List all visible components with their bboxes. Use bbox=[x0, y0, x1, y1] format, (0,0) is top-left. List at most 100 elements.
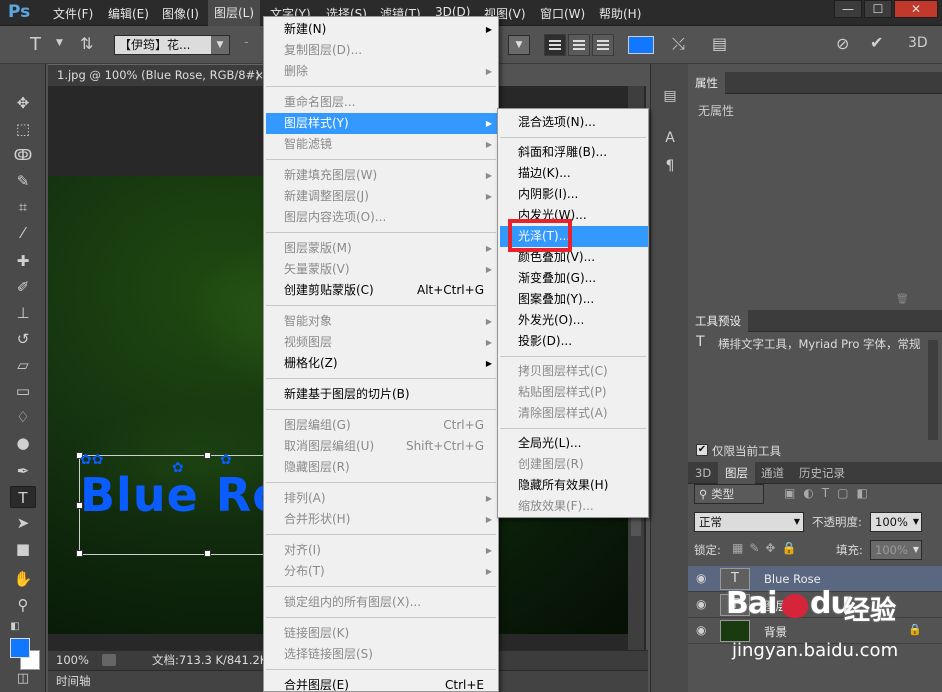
healing-brush-tool-icon[interactable]: ✚ bbox=[10, 250, 36, 272]
layer-menu-item[interactable]: 栅格化(Z) ▶ bbox=[266, 353, 498, 374]
zoom-tool-icon[interactable]: ⚲ bbox=[10, 594, 36, 616]
layer-row-blue-rose[interactable]: ◉ T Blue Rose bbox=[688, 566, 942, 592]
menu-help[interactable]: 帮助(H) bbox=[599, 5, 641, 22]
type-tool-icon[interactable]: T bbox=[10, 486, 36, 508]
path-selection-tool-icon[interactable]: ➤ bbox=[10, 512, 36, 534]
layer-menu-item[interactable]: 图层样式(Y) ▶ bbox=[266, 113, 498, 134]
layer-filter-icons[interactable]: ▣◐T▢◧ bbox=[784, 486, 876, 500]
tool-presets-header: 工具预设 bbox=[688, 310, 942, 332]
layer-style-item[interactable]: 投影(D)... bbox=[500, 331, 648, 352]
layer-style-item[interactable]: 内阴影(I)... bbox=[500, 184, 648, 205]
layer-row-background[interactable]: ◉ 背景 🔒 bbox=[688, 618, 942, 644]
trash-icon[interactable]: 🗑 bbox=[896, 294, 909, 305]
layer-row-text[interactable]: ◉ T 图层 bbox=[688, 592, 942, 618]
brush-tool-icon[interactable]: ✐ bbox=[10, 276, 36, 298]
layer-style-item[interactable]: 外发光(O)... bbox=[500, 310, 648, 331]
cancel-icon[interactable]: ⊘ bbox=[836, 34, 849, 53]
hand-tool-icon[interactable]: ✋ bbox=[10, 568, 36, 590]
canvas-text-layer[interactable]: Blue Ro bbox=[80, 468, 285, 522]
layer-menu-item[interactable]: 新建基于图层的切片(B) bbox=[266, 384, 498, 405]
layer-menu-item[interactable]: 新建(N) ▶ bbox=[266, 19, 498, 40]
opacity-field[interactable]: 100% ▼ bbox=[870, 512, 922, 532]
crop-tool-icon[interactable]: ⌗ bbox=[10, 196, 36, 218]
tab-tool-presets[interactable]: 工具预设 bbox=[688, 310, 748, 332]
document-tab[interactable]: 1.jpg @ 100% (Blue Rose, RGB/8#) * × bbox=[48, 64, 270, 86]
fill-field[interactable]: 100% ▼ bbox=[870, 540, 922, 560]
layer-filter-select[interactable]: ⚲ 类型 bbox=[694, 484, 764, 504]
menu-window[interactable]: 窗口(W) bbox=[540, 5, 585, 22]
character-panel-icon[interactable]: A bbox=[660, 130, 680, 150]
dodge-tool-icon[interactable]: ● bbox=[10, 432, 36, 454]
close-button[interactable]: ✕ bbox=[894, 0, 938, 18]
align-left-button[interactable] bbox=[544, 34, 566, 56]
clone-stamp-tool-icon[interactable]: ⊥ bbox=[10, 302, 36, 324]
layer-menu-item[interactable]: 创建剪贴蒙版(C) Alt+Ctrl+G bbox=[266, 280, 498, 301]
tab-history[interactable]: 历史记录 bbox=[792, 462, 852, 484]
minimize-button[interactable]: — bbox=[834, 0, 862, 18]
tool-preset-dropdown-icon[interactable]: ▼ bbox=[56, 38, 63, 48]
text-color-swatch[interactable] bbox=[628, 36, 654, 54]
default-colors-icon[interactable]: ◧ bbox=[8, 616, 22, 638]
transform-handle[interactable] bbox=[204, 452, 211, 459]
move-tool-icon[interactable]: ✥ bbox=[10, 92, 36, 114]
layer-style-item[interactable]: 斜面和浮雕(B)... bbox=[500, 142, 648, 163]
tab-3d[interactable]: 3D bbox=[688, 462, 718, 484]
layer-style-item[interactable]: 图案叠加(Y)... bbox=[500, 289, 648, 310]
menu-edit[interactable]: 编辑(E) bbox=[108, 5, 149, 22]
presets-scrollbar[interactable] bbox=[928, 340, 938, 440]
pen-tool-icon[interactable]: ✒ bbox=[10, 460, 36, 482]
zoom-level[interactable]: 100% bbox=[56, 651, 89, 669]
menu-layer[interactable]: 图层(L) bbox=[208, 0, 261, 26]
tab-properties[interactable]: 属性 bbox=[688, 72, 725, 94]
current-tool-only-checkbox[interactable]: ✔ bbox=[696, 444, 708, 456]
tab-layers[interactable]: 图层 bbox=[718, 462, 755, 484]
commit-check-icon[interactable]: ✔ bbox=[870, 33, 883, 52]
align-center-button[interactable] bbox=[568, 34, 590, 56]
layer-style-item[interactable]: 全局光(L)... bbox=[500, 433, 648, 454]
align-right-button[interactable] bbox=[592, 34, 614, 56]
font-family-select[interactable]: 【伊筠】花... ▼ bbox=[114, 35, 230, 55]
tab-channels[interactable]: 通道 bbox=[754, 462, 791, 484]
warp-text-icon[interactable]: ⤯ bbox=[672, 34, 685, 54]
foreground-color-swatch[interactable] bbox=[10, 638, 30, 658]
layer-style-item[interactable]: 描边(K)... bbox=[500, 163, 648, 184]
gradient-tool-icon[interactable]: ▭ bbox=[10, 380, 36, 402]
status-menu-icon[interactable] bbox=[102, 654, 116, 666]
layer-name[interactable]: 背景 bbox=[764, 624, 787, 640]
lasso-tool-icon[interactable]: ↂ bbox=[10, 144, 36, 166]
3d-mode-icon[interactable]: 3D bbox=[908, 35, 928, 51]
eyedropper-tool-icon[interactable]: ⁄ bbox=[10, 222, 36, 244]
blur-tool-icon[interactable]: ♢ bbox=[10, 406, 36, 428]
panels-toggle-icon[interactable]: ▤ bbox=[712, 34, 727, 53]
blend-mode-select[interactable]: 正常 ▼ bbox=[694, 512, 804, 532]
visibility-eye-icon[interactable]: ◉ bbox=[696, 571, 712, 585]
text-orientation-icon[interactable]: ⇅ bbox=[80, 34, 93, 53]
menu-file[interactable]: 文件(F) bbox=[53, 5, 93, 22]
paragraph-panel-icon[interactable]: ¶ bbox=[660, 158, 680, 178]
quick-mask-icon[interactable]: ◫ bbox=[10, 668, 36, 690]
quick-select-tool-icon[interactable]: ✎ bbox=[10, 170, 36, 192]
marquee-tool-icon[interactable]: ⬚ bbox=[10, 118, 36, 140]
tool-preset-item[interactable]: 横排文字工具，Myriad Pro 字体，常规 bbox=[718, 336, 924, 352]
layer-name[interactable]: Blue Rose bbox=[764, 572, 821, 586]
rectangle-tool-icon[interactable]: ■ bbox=[10, 538, 36, 560]
menu-image[interactable]: 图像(I) bbox=[162, 5, 199, 22]
visibility-eye-icon[interactable]: ◉ bbox=[696, 623, 712, 637]
layer-menu-item[interactable]: 合并图层(E) Ctrl+E bbox=[266, 675, 498, 692]
layer-style-item[interactable]: 混合选项(N)... bbox=[500, 112, 648, 133]
history-brush-tool-icon[interactable]: ↺ bbox=[10, 328, 36, 350]
layer-style-item[interactable]: 隐藏所有效果(H) bbox=[500, 475, 648, 496]
font-style-field[interactable]: - bbox=[244, 35, 249, 50]
visibility-eye-icon[interactable]: ◉ bbox=[696, 597, 712, 611]
eraser-tool-icon[interactable]: ▱ bbox=[10, 354, 36, 376]
transform-handle[interactable] bbox=[76, 550, 83, 557]
font-size-dropdown[interactable]: ▼ bbox=[508, 35, 530, 55]
lock-icons[interactable]: ▦✎✥🔒 bbox=[732, 541, 802, 555]
type-tool-icon[interactable]: T bbox=[30, 34, 41, 55]
transform-handle[interactable] bbox=[204, 550, 211, 557]
layer-menu-item: 新建调整图层(J) ▶ bbox=[266, 186, 498, 207]
maximize-button[interactable]: ☐ bbox=[864, 0, 892, 18]
layer-style-item[interactable]: 渐变叠加(G)... bbox=[500, 268, 648, 289]
history-panel-icon[interactable]: ▤ bbox=[660, 88, 680, 108]
layer-name[interactable]: 图层 bbox=[764, 598, 787, 614]
